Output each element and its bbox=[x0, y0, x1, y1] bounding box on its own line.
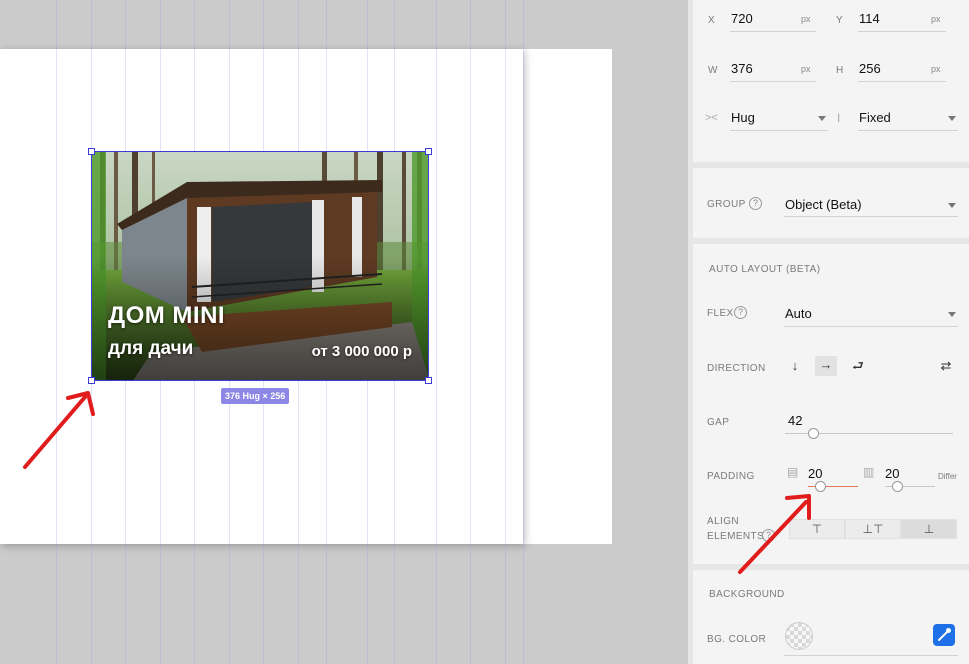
column-guide bbox=[470, 0, 471, 664]
x-input[interactable]: 720 bbox=[731, 11, 753, 26]
flex-select[interactable]: Auto bbox=[785, 306, 812, 321]
banner-subtitle[interactable]: для дачи bbox=[108, 338, 193, 360]
chevron-down-icon[interactable] bbox=[948, 312, 956, 317]
bg-color-label: BG. COLOR bbox=[707, 634, 767, 645]
hug-icon: >< bbox=[705, 112, 718, 124]
fixed-height-icon: I bbox=[837, 111, 841, 125]
group-underline bbox=[784, 216, 958, 217]
padding-vertical-slider-knob[interactable] bbox=[815, 481, 826, 492]
y-label: Y bbox=[836, 15, 844, 26]
group-label: GROUP bbox=[707, 199, 746, 210]
direction-label: DIRECTION bbox=[707, 363, 766, 374]
chevron-down-icon[interactable] bbox=[818, 116, 826, 121]
reverse-icon[interactable]: ⇄ bbox=[936, 357, 956, 377]
padding-vertical-input[interactable]: 20 bbox=[808, 466, 822, 481]
arrow-right-icon[interactable]: → bbox=[815, 356, 837, 376]
properties-panel: X 720 px Y 114 px W 376 px H 256 px >< H… bbox=[688, 0, 969, 664]
resize-handle-bottom-right[interactable] bbox=[425, 377, 432, 384]
elements-label: ELEMENTS bbox=[707, 531, 765, 542]
h-unit: px bbox=[931, 64, 941, 74]
align-top-button[interactable]: ⊤ bbox=[789, 519, 845, 539]
auto-layout-section: AUTO LAYOUT (BETA) FLEX ? Auto DIRECTION… bbox=[693, 244, 969, 564]
auto-layout-title: AUTO LAYOUT (BETA) bbox=[709, 264, 821, 275]
x-label: X bbox=[708, 15, 716, 26]
align-bottom-button[interactable]: ⊥ bbox=[901, 519, 957, 539]
h-input[interactable]: 256 bbox=[859, 61, 881, 76]
align-center-button[interactable]: ⊥⊤ bbox=[845, 519, 901, 539]
gap-slider-knob[interactable] bbox=[808, 428, 819, 439]
column-guide bbox=[436, 0, 437, 664]
resize-handle-top-left[interactable] bbox=[88, 148, 95, 155]
padding-label: PADDING bbox=[707, 471, 755, 482]
padding-horizontal-icon: ▥ bbox=[863, 465, 875, 479]
align-label: ALIGN bbox=[707, 516, 740, 527]
column-guide bbox=[523, 0, 524, 664]
width-mode-select[interactable]: Hug bbox=[731, 110, 755, 125]
banner-image[interactable]: ДОМ MINI для дачи от 3 000 000 р bbox=[91, 151, 429, 381]
height-mode-select[interactable]: Fixed bbox=[859, 110, 891, 125]
help-icon[interactable]: ? bbox=[762, 529, 775, 542]
gap-input[interactable]: 42 bbox=[788, 413, 802, 428]
group-section: GROUP ? Object (Beta) bbox=[693, 168, 969, 238]
eyedropper-icon bbox=[938, 628, 951, 641]
background-title: BACKGROUND bbox=[709, 589, 785, 600]
bg-color-underline bbox=[784, 655, 958, 656]
group-select[interactable]: Object (Beta) bbox=[785, 197, 862, 212]
x-underline bbox=[730, 31, 816, 32]
padding-horizontal-input[interactable]: 20 bbox=[885, 466, 899, 481]
y-input[interactable]: 114 bbox=[859, 11, 880, 26]
eyedropper-button[interactable] bbox=[933, 624, 955, 646]
width-mode-underline bbox=[730, 130, 828, 131]
h-underline bbox=[858, 81, 946, 82]
x-unit: px bbox=[801, 14, 811, 24]
resize-handle-bottom-left[interactable] bbox=[88, 377, 95, 384]
gap-label: GAP bbox=[707, 417, 730, 428]
help-icon[interactable]: ? bbox=[734, 306, 747, 319]
w-input[interactable]: 376 bbox=[731, 61, 753, 76]
height-mode-underline bbox=[858, 130, 958, 131]
wrap-icon[interactable]: ⮐ bbox=[848, 357, 868, 377]
banner-price[interactable]: от 3 000 000 р bbox=[312, 343, 412, 360]
banner-title[interactable]: ДОМ MINI bbox=[108, 302, 225, 330]
w-underline bbox=[730, 81, 816, 82]
w-label: W bbox=[708, 65, 718, 76]
flex-underline bbox=[784, 326, 958, 327]
transform-section: X 720 px Y 114 px W 376 px H 256 px >< H… bbox=[693, 0, 969, 162]
size-tag: 376 Hug × 256 bbox=[221, 388, 290, 404]
padding-mode-label[interactable]: Differ bbox=[938, 472, 957, 481]
column-guide bbox=[505, 0, 506, 664]
arrow-down-icon[interactable]: ↓ bbox=[785, 357, 805, 377]
help-icon[interactable]: ? bbox=[749, 197, 762, 210]
column-guide bbox=[56, 0, 57, 664]
padding-horizontal-slider-knob[interactable] bbox=[892, 481, 903, 492]
chevron-down-icon[interactable] bbox=[948, 116, 956, 121]
flex-label: FLEX bbox=[707, 308, 734, 319]
resize-handle-top-right[interactable] bbox=[425, 148, 432, 155]
background-section: BACKGROUND BG. COLOR bbox=[693, 570, 969, 664]
w-unit: px bbox=[801, 64, 811, 74]
bg-color-swatch[interactable] bbox=[785, 622, 813, 650]
h-label: H bbox=[836, 65, 844, 76]
padding-vertical-icon: ▤ bbox=[787, 465, 799, 479]
y-unit: px bbox=[931, 14, 941, 24]
y-underline bbox=[858, 31, 946, 32]
chevron-down-icon[interactable] bbox=[948, 203, 956, 208]
canvas-area[interactable]: ДОМ MINI для дачи от 3 000 000 р 376 Hug… bbox=[0, 0, 688, 664]
